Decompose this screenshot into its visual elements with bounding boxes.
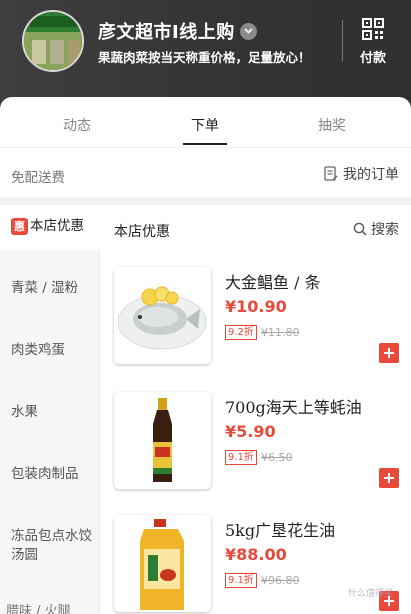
- product-card[interactable]: 700g海天上等蚝油 ¥5.90 9.1折 ¥6.50: [114, 392, 404, 492]
- product-card[interactable]: 5kg广垦花生油 ¥88.00 9.1折 ¥96.80: [114, 515, 404, 614]
- original-price: ¥11.80: [261, 326, 300, 339]
- sidebar-item-vegetables[interactable]: 青菜 / 湿粉: [0, 279, 100, 298]
- chevron-down-icon[interactable]: [239, 22, 257, 40]
- product-image-peanut-oil[interactable]: [114, 515, 211, 612]
- sidebar-item-packaged-meat[interactable]: 包装肉制品: [0, 465, 100, 484]
- sidebar-item-fruit[interactable]: 水果: [0, 403, 100, 422]
- delivery-bar: 免配送费 我的订单: [0, 149, 411, 197]
- my-orders-label: 我的订单: [343, 167, 399, 183]
- tab-order[interactable]: 下单: [191, 115, 219, 135]
- tab-bar: 动态 下单 抽奖: [0, 97, 411, 147]
- sidebar-item-cured-meat[interactable]: 腊味 / 火腿: [6, 600, 71, 614]
- pay-button[interactable]: 付款: [350, 18, 396, 66]
- product-card[interactable]: 大金鲳鱼 / 条 ¥10.90 9.2折 ¥11.80: [114, 267, 404, 367]
- tab-feed[interactable]: 动态: [63, 115, 91, 135]
- tab-lottery[interactable]: 抽奖: [318, 115, 346, 135]
- product-image-oyster-sauce[interactable]: [114, 392, 211, 489]
- order-list-icon: [324, 166, 338, 181]
- search-icon: [353, 222, 367, 236]
- search-button[interactable]: 搜索: [353, 219, 399, 239]
- store-name: 彦文超市I线上购: [98, 22, 235, 43]
- plus-icon: [384, 473, 394, 483]
- main-card: 动态 下单 抽奖 免配送费 我的订单 惠 本店优惠 青菜 / 湿粉 肉类鸡蛋 水…: [0, 97, 411, 614]
- product-price: ¥88.00: [225, 545, 287, 564]
- original-price: ¥96.80: [261, 574, 300, 587]
- section-gap: [0, 197, 411, 205]
- plus-icon: [384, 348, 394, 358]
- sidebar-item-label: 本店优惠: [30, 218, 84, 234]
- section-title: 本店优惠: [114, 224, 170, 240]
- watermark: 什么值得买: [347, 589, 393, 599]
- promo-badge-icon: 惠: [11, 218, 28, 235]
- category-sidebar: 惠 本店优惠 青菜 / 湿粉 肉类鸡蛋 水果 包装肉制品 冻品包点水饺汤圆: [0, 205, 101, 614]
- sidebar-item-meat-eggs[interactable]: 肉类鸡蛋: [0, 341, 100, 360]
- active-tab-indicator: [183, 143, 227, 145]
- store-slogan: 果蔬肉菜按当天称重价格，足量放心！: [98, 50, 311, 65]
- product-image-pomfret[interactable]: [114, 267, 211, 364]
- product-name: 5kg广垦花生油: [225, 521, 336, 540]
- store-avatar[interactable]: [22, 10, 84, 72]
- product-price: ¥10.90: [225, 297, 287, 316]
- my-orders-link[interactable]: 我的订单: [324, 164, 399, 184]
- store-header: 彦文超市I线上购 果蔬肉菜按当天称重价格，足量放心！ 付款: [0, 0, 411, 100]
- add-to-cart-button[interactable]: [379, 468, 399, 488]
- sidebar-item-promotions[interactable]: 惠 本店优惠: [0, 205, 101, 250]
- product-name: 大金鲳鱼 / 条: [225, 273, 321, 292]
- product-name: 700g海天上等蚝油: [225, 398, 362, 417]
- qr-code-icon: [362, 18, 384, 44]
- store-name-row[interactable]: 彦文超市I线上购: [98, 18, 257, 44]
- free-delivery-text: 免配送费: [11, 170, 65, 186]
- search-label: 搜索: [371, 222, 399, 238]
- pay-label: 付款: [359, 51, 386, 66]
- product-price: ¥5.90: [225, 422, 276, 441]
- original-price: ¥6.50: [261, 451, 293, 464]
- header-divider: [342, 20, 343, 62]
- add-to-cart-button[interactable]: [379, 343, 399, 363]
- discount-badge: 9.2折: [225, 325, 257, 340]
- tabs-divider: [0, 147, 411, 148]
- discount-badge: 9.1折: [225, 573, 257, 588]
- discount-badge: 9.1折: [225, 450, 257, 465]
- sidebar-item-frozen[interactable]: 冻品包点水饺汤圆: [0, 527, 92, 565]
